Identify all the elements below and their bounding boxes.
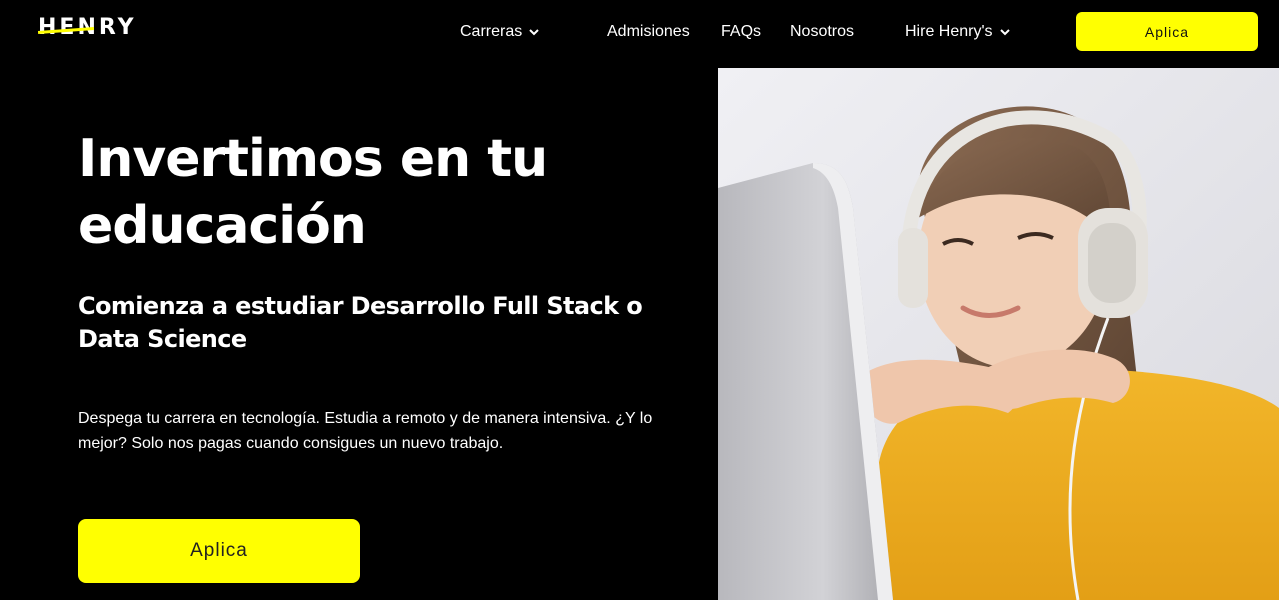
hero-apply-button[interactable]: Aplica <box>78 519 360 583</box>
hero-title: Invertimos en tu educación <box>78 129 548 256</box>
henry-logo[interactable]: HENRY <box>37 15 137 41</box>
nav-label: Hire Henry's <box>905 23 993 40</box>
nav-item-hire-henrys[interactable]: Hire Henry's <box>905 20 1011 44</box>
hero-subtitle: Comienza a estudiar Desarrollo Full Stac… <box>78 292 643 353</box>
nav-label: Nosotros <box>790 23 855 40</box>
hero-description: Despega tu carrera en tecnología. Estudi… <box>78 410 653 452</box>
nav-label: Carreras <box>460 23 523 40</box>
nav-item-nosotros[interactable]: Nosotros <box>790 20 854 44</box>
nav-item-admisiones[interactable]: Admisiones <box>607 20 690 44</box>
chevron-down-icon <box>529 29 539 36</box>
hero-photo <box>718 68 1279 600</box>
site-header: HENRY Carreras Admisiones FAQs Nosotros … <box>0 0 1279 68</box>
nav-label: FAQs <box>721 23 762 40</box>
header-apply-button[interactable]: Aplica <box>1076 12 1258 51</box>
nav-label: Admisiones <box>607 23 690 40</box>
student-with-headphones-image <box>718 68 1279 600</box>
nav-item-carreras[interactable]: Carreras <box>460 20 540 44</box>
chevron-down-icon <box>999 29 1010 36</box>
nav-item-faqs[interactable]: FAQs <box>721 20 761 44</box>
